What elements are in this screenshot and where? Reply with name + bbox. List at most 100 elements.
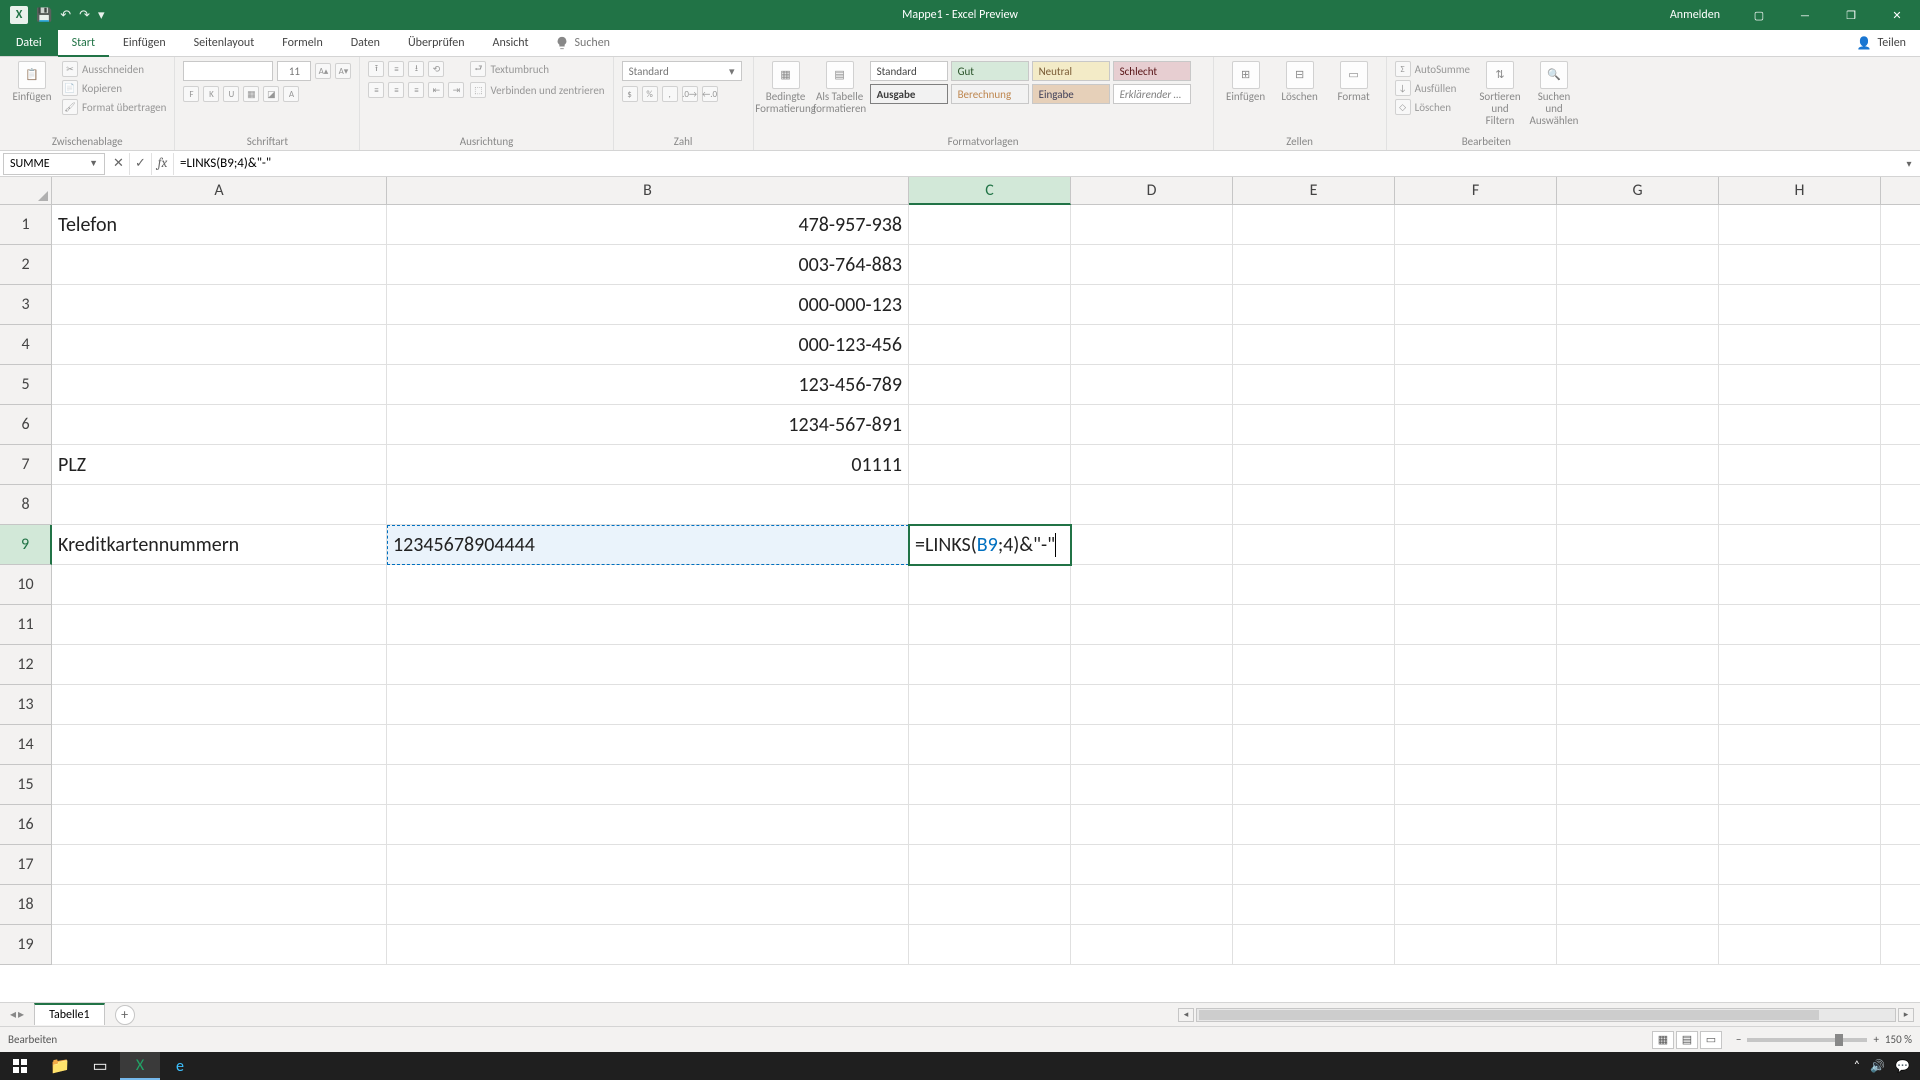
save-icon[interactable]: 💾 bbox=[36, 8, 52, 23]
column-header-A[interactable]: A bbox=[52, 177, 387, 205]
cell-F17[interactable] bbox=[1395, 845, 1557, 885]
fill-icon[interactable]: ↓ bbox=[1395, 80, 1411, 96]
style-schlecht[interactable]: Schlecht bbox=[1113, 61, 1191, 81]
cell-C3[interactable] bbox=[909, 285, 1071, 325]
zoom-slider-knob[interactable] bbox=[1835, 1034, 1843, 1046]
cell-H14[interactable] bbox=[1719, 725, 1881, 765]
cell-D8[interactable] bbox=[1071, 485, 1233, 525]
cell-x17[interactable] bbox=[1881, 845, 1920, 885]
cell-H9[interactable] bbox=[1719, 525, 1881, 565]
merge-label[interactable]: Verbinden und zentrieren bbox=[490, 84, 604, 97]
cell-D7[interactable] bbox=[1071, 445, 1233, 485]
cell-E3[interactable] bbox=[1233, 285, 1395, 325]
excel-taskbar-icon[interactable]: X bbox=[120, 1052, 160, 1080]
align-bottom-icon[interactable]: ⭳ bbox=[408, 61, 424, 77]
cell-C6[interactable] bbox=[909, 405, 1071, 445]
cell-F12[interactable] bbox=[1395, 645, 1557, 685]
copy-label[interactable]: Kopieren bbox=[82, 82, 122, 95]
row-header-4[interactable]: 4 bbox=[0, 325, 52, 365]
cell-E13[interactable] bbox=[1233, 685, 1395, 725]
bold-button[interactable]: F bbox=[183, 86, 199, 102]
row-header-13[interactable]: 13 bbox=[0, 685, 52, 725]
system-tray[interactable]: ˄ 🔊 💬 bbox=[1844, 1059, 1920, 1074]
cut-icon[interactable]: ✂ bbox=[62, 61, 78, 77]
cell-E4[interactable] bbox=[1233, 325, 1395, 365]
cell-G10[interactable] bbox=[1557, 565, 1719, 605]
wrap-icon[interactable]: ⮐ bbox=[470, 61, 486, 77]
zoom-slider[interactable] bbox=[1747, 1038, 1867, 1042]
name-box[interactable]: SUMME▼ bbox=[3, 153, 105, 175]
cell-B13[interactable] bbox=[387, 685, 909, 725]
cell-A3[interactable] bbox=[52, 285, 387, 325]
tab-formeln[interactable]: Formeln bbox=[268, 30, 336, 56]
italic-button[interactable]: K bbox=[203, 86, 219, 102]
cell-D15[interactable] bbox=[1071, 765, 1233, 805]
view-normal-icon[interactable]: ▦ bbox=[1652, 1031, 1674, 1049]
cell-D13[interactable] bbox=[1071, 685, 1233, 725]
cell-x14[interactable] bbox=[1881, 725, 1920, 765]
enter-formula-button[interactable]: ✓ bbox=[130, 153, 152, 175]
row-header-2[interactable]: 2 bbox=[0, 245, 52, 285]
notifications-icon[interactable]: 💬 bbox=[1895, 1059, 1910, 1074]
tab-ueberpruefen[interactable]: Überprüfen bbox=[394, 30, 479, 56]
increase-indent-icon[interactable]: ⇥ bbox=[448, 82, 464, 98]
cell-x5[interactable] bbox=[1881, 365, 1920, 405]
style-berechnung[interactable]: Berechnung bbox=[951, 84, 1029, 104]
format-cells-button[interactable]: ▭Format bbox=[1330, 61, 1378, 103]
delete-cells-button[interactable]: ⊟Löschen bbox=[1276, 61, 1324, 103]
cell-D2[interactable] bbox=[1071, 245, 1233, 285]
minimize-icon[interactable]: — bbox=[1782, 0, 1828, 30]
underline-button[interactable]: U bbox=[223, 86, 239, 102]
cell-A10[interactable] bbox=[52, 565, 387, 605]
cell-D6[interactable] bbox=[1071, 405, 1233, 445]
cell-H5[interactable] bbox=[1719, 365, 1881, 405]
cell-D14[interactable] bbox=[1071, 725, 1233, 765]
cell-C12[interactable] bbox=[909, 645, 1071, 685]
cell-E8[interactable] bbox=[1233, 485, 1395, 525]
shrink-font-icon[interactable]: A▾ bbox=[335, 63, 351, 79]
cell-B17[interactable] bbox=[387, 845, 909, 885]
cell-H17[interactable] bbox=[1719, 845, 1881, 885]
decrease-indent-icon[interactable]: ⇤ bbox=[428, 82, 444, 98]
cell-D9[interactable] bbox=[1071, 525, 1233, 565]
cell-G18[interactable] bbox=[1557, 885, 1719, 925]
cell-E5[interactable] bbox=[1233, 365, 1395, 405]
copy-icon[interactable]: 📄 bbox=[62, 80, 78, 96]
expand-formula-bar-icon[interactable]: ▾ bbox=[1898, 157, 1920, 170]
cell-F4[interactable] bbox=[1395, 325, 1557, 365]
cell-C18[interactable] bbox=[909, 885, 1071, 925]
cell-G9[interactable] bbox=[1557, 525, 1719, 565]
cell-x3[interactable] bbox=[1881, 285, 1920, 325]
tab-ansicht[interactable]: Ansicht bbox=[479, 30, 543, 56]
cell-B16[interactable] bbox=[387, 805, 909, 845]
cell-G13[interactable] bbox=[1557, 685, 1719, 725]
cell-F5[interactable] bbox=[1395, 365, 1557, 405]
cell-E17[interactable] bbox=[1233, 845, 1395, 885]
cell-G8[interactable] bbox=[1557, 485, 1719, 525]
scroll-thumb[interactable] bbox=[1199, 1010, 1819, 1020]
cell-E11[interactable] bbox=[1233, 605, 1395, 645]
cell-A6[interactable] bbox=[52, 405, 387, 445]
view-page-break-icon[interactable]: ▭ bbox=[1700, 1031, 1722, 1049]
cell-x13[interactable] bbox=[1881, 685, 1920, 725]
cell-A1[interactable]: Telefon bbox=[52, 205, 387, 245]
cell-B14[interactable] bbox=[387, 725, 909, 765]
cell-D5[interactable] bbox=[1071, 365, 1233, 405]
currency-icon[interactable]: $ bbox=[622, 86, 638, 102]
grow-font-icon[interactable]: A▴ bbox=[315, 63, 331, 79]
close-icon[interactable]: ✕ bbox=[1874, 0, 1920, 30]
painter-icon[interactable]: 🖌 bbox=[62, 99, 78, 115]
cell-F16[interactable] bbox=[1395, 805, 1557, 845]
column-header-B[interactable]: B bbox=[387, 177, 909, 205]
row-header-17[interactable]: 17 bbox=[0, 845, 52, 885]
merge-icon[interactable]: ⬚ bbox=[470, 82, 486, 98]
conditional-format-button[interactable]: ▦Bedingte Formatierung bbox=[762, 61, 810, 115]
clear-label[interactable]: Löschen bbox=[1415, 101, 1451, 114]
cut-label[interactable]: Ausschneiden bbox=[82, 63, 144, 76]
cell-B19[interactable] bbox=[387, 925, 909, 965]
cell-H11[interactable] bbox=[1719, 605, 1881, 645]
fill-label[interactable]: Ausfüllen bbox=[1415, 82, 1457, 95]
cell-D4[interactable] bbox=[1071, 325, 1233, 365]
cell-F18[interactable] bbox=[1395, 885, 1557, 925]
cell-F3[interactable] bbox=[1395, 285, 1557, 325]
